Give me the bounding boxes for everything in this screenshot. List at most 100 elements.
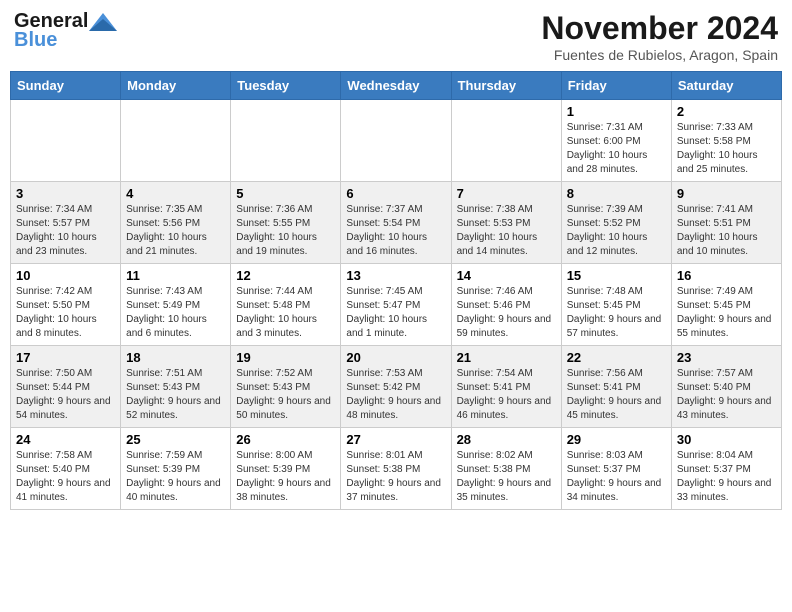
day-number: 12 (236, 268, 335, 283)
calendar-cell: 22 Sunrise: 7:56 AM Sunset: 5:41 PM Dayli… (561, 346, 671, 428)
day-info: Sunrise: 7:42 AM Sunset: 5:50 PM Dayligh… (16, 285, 115, 341)
weekday-header-row: SundayMondayTuesdayWednesdayThursdayFrid… (11, 72, 782, 100)
calendar-cell: 24Sunrise: 7:58 AM Sunset: 5:40 PM Dayli… (11, 428, 121, 510)
logo: General Blue (14, 10, 117, 52)
day-info: Sunrise: 7:33 AM Sunset: 5:58 PM Dayligh… (677, 121, 776, 177)
calendar-cell: 23 Sunrise: 7:57 AM Sunset: 5:40 PM Dayli… (671, 346, 781, 428)
day-info: Sunrise: 7:43 AM Sunset: 5:49 PM Dayligh… (126, 285, 225, 341)
day-number: 10 (16, 268, 115, 283)
day-info: Sunrise: 7:35 AM Sunset: 5:56 PM Dayligh… (126, 203, 225, 259)
calendar-cell: 27Sunrise: 8:01 AM Sunset: 5:38 PM Dayli… (341, 428, 451, 510)
calendar-cell: 5 Sunrise: 7:36 AM Sunset: 5:55 PM Daylig… (231, 182, 341, 264)
weekday-header: Thursday (451, 72, 561, 100)
calendar-cell: 9 Sunrise: 7:41 AM Sunset: 5:51 PM Daylig… (671, 182, 781, 264)
calendar-cell: 28 Sunrise: 8:02 AM Sunset: 5:38 PM Dayli… (451, 428, 561, 510)
day-number: 23 (677, 350, 776, 365)
calendar-cell (121, 100, 231, 182)
month-title: November 2024 (541, 10, 778, 47)
calendar-week-row: 24Sunrise: 7:58 AM Sunset: 5:40 PM Dayli… (11, 428, 782, 510)
weekday-header: Wednesday (341, 72, 451, 100)
calendar-cell (11, 100, 121, 182)
day-info: Sunrise: 7:50 AM Sunset: 5:44 PM Dayligh… (16, 367, 115, 423)
day-number: 9 (677, 186, 776, 201)
calendar-cell (451, 100, 561, 182)
calendar-cell: 6 Sunrise: 7:37 AM Sunset: 5:54 PM Daylig… (341, 182, 451, 264)
subtitle: Fuentes de Rubielos, Aragon, Spain (541, 47, 778, 63)
day-number: 24 (16, 432, 115, 447)
weekday-header: Saturday (671, 72, 781, 100)
calendar-cell: 26 Sunrise: 8:00 AM Sunset: 5:39 PM Dayli… (231, 428, 341, 510)
day-info: Sunrise: 7:56 AM Sunset: 5:41 PM Dayligh… (567, 367, 666, 423)
day-number: 15 (567, 268, 666, 283)
weekday-header: Friday (561, 72, 671, 100)
day-info: Sunrise: 7:34 AM Sunset: 5:57 PM Dayligh… (16, 203, 115, 259)
calendar-cell: 3 Sunrise: 7:34 AM Sunset: 5:57 PM Daylig… (11, 182, 121, 264)
calendar-cell: 16 Sunrise: 7:49 AM Sunset: 5:45 PM Dayli… (671, 264, 781, 346)
calendar-cell: 4 Sunrise: 7:35 AM Sunset: 5:56 PM Daylig… (121, 182, 231, 264)
day-number: 21 (457, 350, 556, 365)
calendar-cell: 8Sunrise: 7:39 AM Sunset: 5:52 PM Daylig… (561, 182, 671, 264)
calendar-cell: 13Sunrise: 7:45 AM Sunset: 5:47 PM Dayli… (341, 264, 451, 346)
day-info: Sunrise: 7:36 AM Sunset: 5:55 PM Dayligh… (236, 203, 335, 259)
calendar-week-row: 3 Sunrise: 7:34 AM Sunset: 5:57 PM Daylig… (11, 182, 782, 264)
calendar-cell (231, 100, 341, 182)
calendar-week-row: 1 Sunrise: 7:31 AM Sunset: 6:00 PM Daylig… (11, 100, 782, 182)
day-info: Sunrise: 7:48 AM Sunset: 5:45 PM Dayligh… (567, 285, 666, 341)
day-info: Sunrise: 7:37 AM Sunset: 5:54 PM Dayligh… (346, 203, 445, 259)
day-number: 27 (346, 432, 445, 447)
logo-blue: Blue (14, 29, 57, 52)
calendar-cell: 7 Sunrise: 7:38 AM Sunset: 5:53 PM Daylig… (451, 182, 561, 264)
title-area: November 2024 Fuentes de Rubielos, Arago… (541, 10, 778, 63)
day-number: 6 (346, 186, 445, 201)
day-number: 29 (567, 432, 666, 447)
calendar-cell: 11Sunrise: 7:43 AM Sunset: 5:49 PM Dayli… (121, 264, 231, 346)
day-number: 8 (567, 186, 666, 201)
day-info: Sunrise: 8:02 AM Sunset: 5:38 PM Dayligh… (457, 449, 556, 505)
day-number: 2 (677, 104, 776, 119)
day-number: 30 (677, 432, 776, 447)
weekday-header: Sunday (11, 72, 121, 100)
calendar-cell: 21 Sunrise: 7:54 AM Sunset: 5:41 PM Dayli… (451, 346, 561, 428)
day-info: Sunrise: 8:00 AM Sunset: 5:39 PM Dayligh… (236, 449, 335, 505)
header: General Blue November 2024 Fuentes de Ru… (10, 10, 782, 63)
day-info: Sunrise: 7:57 AM Sunset: 5:40 PM Dayligh… (677, 367, 776, 423)
day-info: Sunrise: 7:31 AM Sunset: 6:00 PM Dayligh… (567, 121, 666, 177)
calendar: SundayMondayTuesdayWednesdayThursdayFrid… (10, 71, 782, 510)
day-info: Sunrise: 7:38 AM Sunset: 5:53 PM Dayligh… (457, 203, 556, 259)
calendar-week-row: 10 Sunrise: 7:42 AM Sunset: 5:50 PM Dayli… (11, 264, 782, 346)
day-info: Sunrise: 7:49 AM Sunset: 5:45 PM Dayligh… (677, 285, 776, 341)
day-info: Sunrise: 7:54 AM Sunset: 5:41 PM Dayligh… (457, 367, 556, 423)
calendar-cell: 25 Sunrise: 7:59 AM Sunset: 5:39 PM Dayli… (121, 428, 231, 510)
calendar-cell: 30 Sunrise: 8:04 AM Sunset: 5:37 PM Dayli… (671, 428, 781, 510)
calendar-cell (341, 100, 451, 182)
day-number: 3 (16, 186, 115, 201)
day-info: Sunrise: 7:41 AM Sunset: 5:51 PM Dayligh… (677, 203, 776, 259)
calendar-week-row: 17 Sunrise: 7:50 AM Sunset: 5:44 PM Dayli… (11, 346, 782, 428)
day-number: 26 (236, 432, 335, 447)
day-info: Sunrise: 8:04 AM Sunset: 5:37 PM Dayligh… (677, 449, 776, 505)
day-number: 7 (457, 186, 556, 201)
day-number: 16 (677, 268, 776, 283)
calendar-cell: 19 Sunrise: 7:52 AM Sunset: 5:43 PM Dayli… (231, 346, 341, 428)
calendar-cell: 12 Sunrise: 7:44 AM Sunset: 5:48 PM Dayli… (231, 264, 341, 346)
day-number: 25 (126, 432, 225, 447)
day-info: Sunrise: 7:59 AM Sunset: 5:39 PM Dayligh… (126, 449, 225, 505)
day-number: 17 (16, 350, 115, 365)
calendar-cell: 1 Sunrise: 7:31 AM Sunset: 6:00 PM Daylig… (561, 100, 671, 182)
day-number: 22 (567, 350, 666, 365)
day-number: 28 (457, 432, 556, 447)
day-number: 5 (236, 186, 335, 201)
day-number: 1 (567, 104, 666, 119)
day-number: 20 (346, 350, 445, 365)
day-number: 4 (126, 186, 225, 201)
day-info: Sunrise: 8:03 AM Sunset: 5:37 PM Dayligh… (567, 449, 666, 505)
logo-icon (89, 13, 117, 31)
day-info: Sunrise: 7:45 AM Sunset: 5:47 PM Dayligh… (346, 285, 445, 341)
calendar-cell: 18Sunrise: 7:51 AM Sunset: 5:43 PM Dayli… (121, 346, 231, 428)
calendar-cell: 10 Sunrise: 7:42 AM Sunset: 5:50 PM Dayli… (11, 264, 121, 346)
weekday-header: Tuesday (231, 72, 341, 100)
day-info: Sunrise: 7:44 AM Sunset: 5:48 PM Dayligh… (236, 285, 335, 341)
day-number: 14 (457, 268, 556, 283)
day-number: 19 (236, 350, 335, 365)
day-info: Sunrise: 7:52 AM Sunset: 5:43 PM Dayligh… (236, 367, 335, 423)
